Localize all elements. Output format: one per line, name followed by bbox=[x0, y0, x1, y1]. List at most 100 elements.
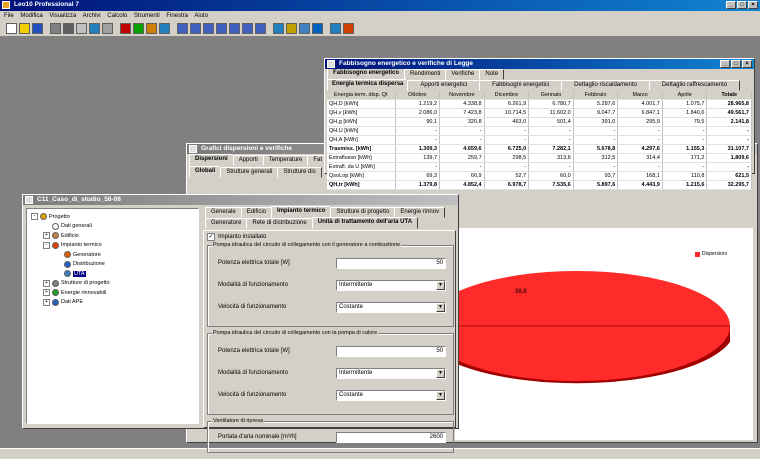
new-icon[interactable] bbox=[6, 23, 17, 34]
column-header[interactable]: Novembre bbox=[439, 91, 485, 100]
tab-strutture-dis[interactable]: Strutture dis bbox=[277, 167, 322, 178]
zoom-icon[interactable] bbox=[242, 23, 253, 34]
zoom-icon[interactable] bbox=[216, 23, 227, 34]
tab-apporti-energetici[interactable]: Apporti energetici bbox=[407, 80, 481, 91]
report-icon[interactable] bbox=[286, 23, 297, 34]
modalita-select[interactable]: Intermittente ▼ bbox=[336, 368, 446, 379]
menu-calcolo[interactable]: Calcolo bbox=[107, 13, 127, 19]
tab-verifiche[interactable]: Verifiche bbox=[445, 69, 481, 80]
preview-icon[interactable] bbox=[63, 23, 74, 34]
velocita-select[interactable]: Costante ▼ bbox=[336, 302, 446, 313]
chevron-down-icon[interactable]: ▼ bbox=[436, 391, 445, 400]
maximize-button[interactable]: □ bbox=[737, 1, 747, 9]
modalita-select[interactable]: Intermittente ▼ bbox=[336, 280, 446, 291]
zoom-icon[interactable] bbox=[190, 23, 201, 34]
table-row[interactable]: QH,g [kWh] 90,1 320,8 463,0 501,4 391,0 295,9 7… bbox=[327, 117, 752, 127]
menu-file[interactable]: File bbox=[4, 13, 14, 19]
open-icon[interactable] bbox=[19, 23, 30, 34]
tab-temperature[interactable]: Temperature bbox=[262, 155, 309, 166]
tree-item[interactable]: + Energie rinnovabili bbox=[43, 289, 106, 296]
tree-item[interactable]: Distribuzione bbox=[55, 260, 105, 268]
tab-generale[interactable]: Generale bbox=[205, 207, 242, 218]
tab-edificio[interactable]: Edificio bbox=[240, 207, 273, 218]
expand-icon[interactable]: + bbox=[43, 279, 50, 287]
tab-apporti[interactable]: Apporti bbox=[232, 155, 264, 166]
menu-finestra[interactable]: Finestra bbox=[166, 13, 188, 19]
column-header[interactable]: Energia term. disp. Qt bbox=[327, 91, 396, 100]
table-row[interactable]: QH,A [kWh] - - - - - - - - bbox=[327, 135, 752, 145]
tree-item[interactable]: - Impianto termico bbox=[43, 241, 102, 249]
menu-aiuto[interactable]: Aiuto bbox=[194, 13, 208, 19]
close-button[interactable]: × bbox=[748, 1, 758, 9]
menu-archivi[interactable]: Archivi bbox=[83, 13, 101, 19]
velocita-select[interactable]: Costante ▼ bbox=[336, 390, 446, 401]
tab-rendimenti[interactable]: Rendimenti bbox=[404, 69, 447, 80]
column-header[interactable]: Marzo bbox=[617, 91, 663, 100]
table-row[interactable]: QH,v [kWh] 2.086,0 7.423,8 10.714,5 11.602,0… bbox=[327, 108, 752, 118]
column-header[interactable]: Febbraio bbox=[573, 91, 619, 100]
tab-strutture-generali[interactable]: Strutture generali bbox=[220, 167, 279, 178]
tab-dettaglio-riscaldamento[interactable]: Dettaglio riscaldamento bbox=[561, 80, 650, 91]
paste-icon[interactable] bbox=[102, 23, 113, 34]
tree-item[interactable]: - Progetto bbox=[31, 213, 70, 220]
expand-icon[interactable]: + bbox=[43, 289, 50, 296]
minimize-button[interactable]: _ bbox=[720, 60, 730, 68]
column-header[interactable]: Dicembre bbox=[484, 91, 530, 100]
tab-energia-termica[interactable]: Energia termica dispersa bbox=[327, 79, 409, 91]
impianto-checkbox[interactable]: ✓ Impianto installato bbox=[207, 233, 266, 241]
minimize-button[interactable]: _ bbox=[726, 1, 736, 9]
copy-icon[interactable] bbox=[89, 23, 100, 34]
chevron-down-icon[interactable]: ▼ bbox=[436, 281, 445, 290]
portata-input[interactable]: 2600 bbox=[336, 432, 446, 443]
list-icon[interactable] bbox=[330, 23, 341, 34]
chart-icon[interactable] bbox=[343, 23, 354, 34]
tab-globali[interactable]: Globali bbox=[189, 166, 222, 178]
collapse-icon[interactable]: - bbox=[43, 241, 50, 249]
tab-fabbisogni-energetici[interactable]: Fabbisogni energetici bbox=[479, 80, 563, 91]
tree-item[interactable]: + Dati APE bbox=[43, 298, 83, 306]
chevron-down-icon[interactable]: ▼ bbox=[436, 303, 445, 312]
table-row[interactable]: QH,D [kWh] 1.219,2 4.338,8 6.261,9 6.780,7 5.… bbox=[327, 99, 752, 109]
tab-generatore[interactable]: Generatore bbox=[205, 218, 248, 229]
column-header[interactable]: Aprile bbox=[662, 91, 708, 100]
potenza-input[interactable]: 50 bbox=[336, 346, 446, 357]
tab-rete-distribuzione[interactable]: Rete di distribuzione bbox=[246, 218, 313, 229]
cut-icon[interactable] bbox=[76, 23, 87, 34]
building-icon[interactable] bbox=[133, 23, 144, 34]
menu-visualizza[interactable]: Visualizza bbox=[49, 13, 76, 19]
chart-icon[interactable] bbox=[146, 23, 157, 34]
table-row[interactable]: Trasmiss. [kWh] 1.309,3 4.659,6 6.725,0 7.28… bbox=[327, 144, 752, 154]
tree-item[interactable]: + Edificio bbox=[43, 232, 79, 239]
tree-item[interactable]: Dati generali bbox=[43, 222, 92, 230]
column-header[interactable]: Totale bbox=[706, 91, 752, 100]
menu-modifica[interactable]: Modifica bbox=[20, 13, 42, 19]
table-row[interactable]: QsoLop [kWh] 69,3 66,9 52,7 60,0 93,7 168,1 110… bbox=[327, 171, 752, 181]
tab-uta[interactable]: Unità di trattamento dell'aria UTA bbox=[311, 217, 419, 229]
expand-icon[interactable]: + bbox=[43, 232, 50, 239]
column-header[interactable]: Gennaio bbox=[528, 91, 574, 100]
color-icon[interactable] bbox=[120, 23, 131, 34]
table-row[interactable]: Extraflusso [kWh] 139,7 259,7 298,5 313,6 312… bbox=[327, 153, 752, 163]
close-button[interactable]: × bbox=[742, 60, 752, 68]
tree-item[interactable]: + Strutture di progetto bbox=[43, 279, 110, 287]
info-icon[interactable] bbox=[312, 23, 323, 34]
tree-item[interactable]: Generatore bbox=[55, 251, 101, 258]
tab-dispersioni[interactable]: Dispersioni bbox=[189, 154, 234, 166]
table-row[interactable]: QH,U [kWh] - - - - - - - - bbox=[327, 126, 752, 136]
save-icon[interactable] bbox=[32, 23, 43, 34]
tree-item[interactable]: UTA bbox=[55, 270, 86, 277]
grid-icon[interactable] bbox=[273, 23, 284, 34]
settings-icon[interactable] bbox=[159, 23, 170, 34]
potenza-input[interactable]: 50 bbox=[336, 258, 446, 269]
table-row[interactable]: Extrafl. da U [kWh] - - - - - - - - bbox=[327, 162, 752, 172]
maximize-button[interactable]: □ bbox=[731, 60, 741, 68]
zoom-icon[interactable] bbox=[229, 23, 240, 34]
table-row[interactable]: QH,tr [kWh] 1.379,8 4.852,4 6.978,7 7.535,6 5… bbox=[327, 180, 752, 190]
zoom-icon[interactable] bbox=[203, 23, 214, 34]
column-header[interactable]: Ottobre bbox=[395, 91, 441, 100]
chevron-down-icon[interactable]: ▼ bbox=[436, 369, 445, 378]
expand-icon[interactable]: + bbox=[43, 298, 50, 306]
tab-note[interactable]: Note bbox=[479, 69, 505, 80]
help-icon[interactable] bbox=[299, 23, 310, 34]
checkbox-box[interactable]: ✓ bbox=[207, 233, 215, 241]
